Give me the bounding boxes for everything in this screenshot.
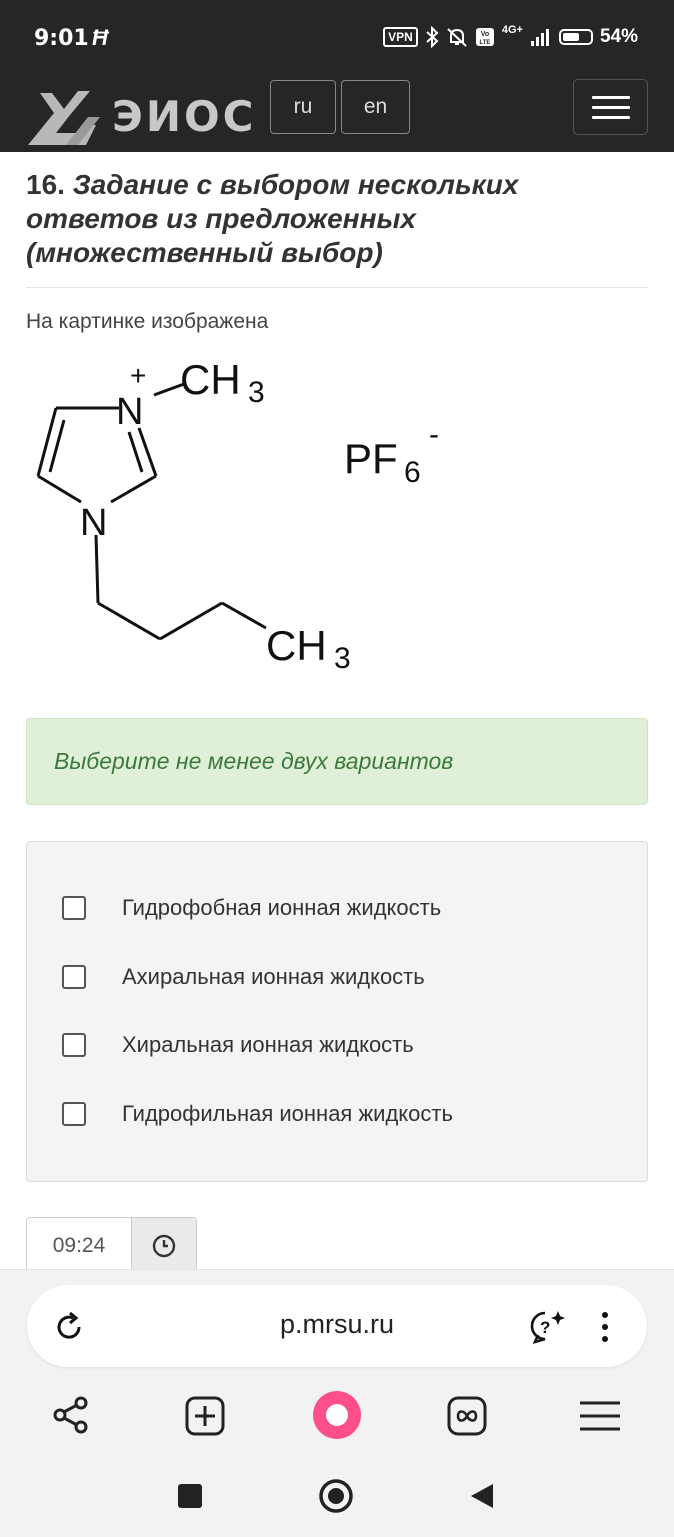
- system-nav-bar: [0, 1445, 674, 1536]
- hint-text: Выберите не менее двух вариантов: [54, 748, 454, 774]
- hint-message: Выберите не менее двух вариантов: [26, 718, 648, 805]
- new-tab-icon[interactable]: [183, 1394, 227, 1438]
- back-icon[interactable]: [469, 1482, 495, 1510]
- menu-line: [591, 105, 630, 109]
- option-checkbox[interactable]: [62, 1033, 86, 1057]
- more-options-icon[interactable]: [595, 1307, 615, 1347]
- site-header: ЭИОС ru en: [0, 79, 674, 152]
- molecule-ch3-bottom-sub: 3: [334, 642, 351, 675]
- svg-text:LTE: LTE: [479, 40, 490, 46]
- answer-option[interactable]: Гидрофильная ионная жидкость: [62, 1101, 453, 1127]
- option-checkbox[interactable]: [62, 1102, 86, 1126]
- molecule-atom-n-plus: N: [116, 391, 143, 433]
- status-icons: VPN Vo LTE 4G+ 54%: [383, 24, 638, 48]
- clock-icon[interactable]: [132, 1218, 196, 1273]
- quiz-timer: 09:24: [26, 1217, 197, 1273]
- molecule-ch3-bottom: CH: [266, 622, 327, 669]
- lang-en-button[interactable]: en: [341, 80, 410, 134]
- answer-option[interactable]: Гидрофобная ионная жидкость: [62, 895, 441, 921]
- address-bar[interactable]: p.mrsu.ru ?: [27, 1285, 647, 1367]
- answer-options: Гидрофобная ионная жидкость Ахиральная и…: [26, 841, 648, 1182]
- molecule-image: N + CH 3 N CH 3 PF 6 -: [36, 356, 439, 675]
- answer-option[interactable]: Хиральная ионная жидкость: [62, 1032, 414, 1058]
- cell-type: 4G+: [501, 24, 523, 36]
- molecule-anion-charge: -: [429, 418, 439, 451]
- molecule-anion: PF: [344, 435, 398, 482]
- recent-apps-icon[interactable]: [177, 1483, 203, 1509]
- molecule-atom-n: N: [80, 502, 107, 544]
- status-bar: 9:01 Ħ VPN Vo LTE 4G+ 54%: [0, 0, 674, 80]
- question-title: 16. Задание с выбором нескольких ответов…: [26, 168, 626, 270]
- site-logo[interactable]: ЭИОС: [26, 80, 257, 152]
- svg-text:?: ?: [540, 1318, 550, 1337]
- hamburger-menu-button[interactable]: [573, 79, 648, 135]
- battery-icon: [558, 29, 593, 45]
- molecule-charge-plus: +: [130, 360, 146, 391]
- browser-menu-icon[interactable]: [578, 1398, 622, 1434]
- vpn-badge: VPN: [383, 27, 418, 47]
- option-label[interactable]: Ахиральная ионная жидкость: [122, 964, 425, 990]
- notification-h-icon: Ħ: [92, 25, 108, 50]
- question-title-text: Задание с выбором нескольких ответов из …: [26, 169, 519, 268]
- battery-percent: 54%: [599, 26, 638, 47]
- option-label[interactable]: Гидрофобная ионная жидкость: [122, 895, 441, 921]
- molecule-ch3-top-sub: 3: [248, 376, 265, 409]
- question-prompt: На картинке изображена: [26, 310, 269, 333]
- molecule-bonds: [36, 382, 267, 641]
- mute-bell-icon: [447, 28, 467, 47]
- option-label[interactable]: Хиральная ионная жидкость: [122, 1032, 414, 1058]
- share-icon[interactable]: [50, 1394, 92, 1436]
- option-checkbox[interactable]: [62, 965, 86, 989]
- svg-text:Vo: Vo: [481, 31, 489, 38]
- alice-assistant-icon[interactable]: [312, 1390, 362, 1440]
- option-label[interactable]: Гидрофильная ионная жидкость: [122, 1101, 453, 1127]
- title-divider: [26, 287, 648, 288]
- menu-line: [591, 95, 630, 99]
- question-number: 16.: [26, 169, 65, 200]
- answer-option[interactable]: Ахиральная ионная жидкость: [62, 964, 425, 990]
- menu-line: [591, 115, 630, 119]
- signal-icon: [530, 29, 549, 46]
- option-checkbox[interactable]: [62, 896, 86, 920]
- molecule-anion-sub: 6: [404, 456, 421, 489]
- logo-emblem-icon: [28, 91, 100, 145]
- home-icon[interactable]: [318, 1478, 354, 1514]
- tabs-icon[interactable]: [445, 1394, 489, 1438]
- lang-ru-button[interactable]: ru: [270, 80, 336, 134]
- timer-value: 09:24: [27, 1218, 132, 1273]
- volte-icon: Vo LTE: [475, 28, 494, 46]
- status-time: 9:01: [34, 26, 89, 51]
- logo-text: ЭИОС: [112, 91, 257, 141]
- ai-assistant-icon[interactable]: ?: [527, 1307, 567, 1347]
- molecule-ch3-top: CH: [180, 356, 241, 403]
- bluetooth-icon: [426, 26, 439, 48]
